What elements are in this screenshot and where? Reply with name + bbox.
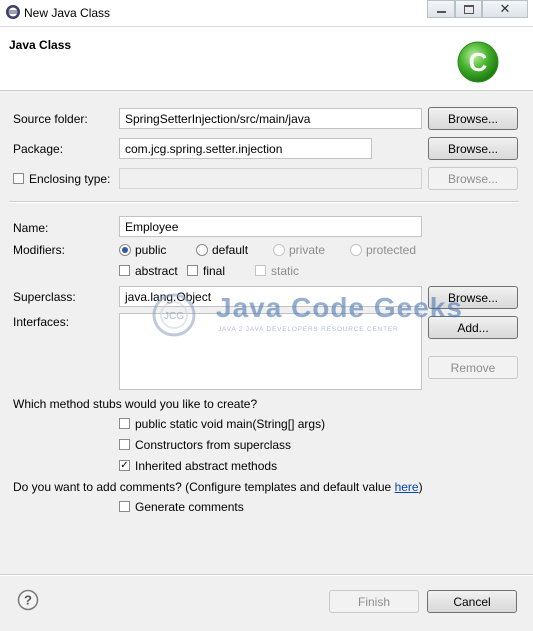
superclass-field[interactable]: java.lang.Object: [119, 286, 422, 307]
eclipse-icon: [6, 5, 20, 19]
default-radio-label: default: [212, 243, 249, 257]
inherited-abstract-label: Inherited abstract methods: [135, 459, 278, 473]
source-folder-label: Source folder:: [13, 112, 88, 126]
enclosing-type-label: Enclosing type:: [29, 172, 111, 186]
interfaces-add-button[interactable]: Add...: [428, 316, 518, 339]
private-radio: [273, 244, 285, 256]
page-title: Java Class: [9, 38, 72, 52]
separator: [9, 201, 519, 203]
main-method-label: public static void main(String[] args): [135, 417, 326, 431]
final-checkbox[interactable]: [187, 265, 198, 276]
public-radio[interactable]: [119, 244, 131, 256]
modifiers-label: Modifiers:: [13, 243, 66, 257]
enclosing-type-checkbox[interactable]: [13, 173, 24, 184]
superclass-label: Superclass:: [13, 290, 76, 304]
close-icon: ✕: [499, 1, 511, 16]
source-folder-field[interactable]: SpringSetterInjection/src/main/java: [119, 108, 422, 129]
abstract-checkbox-label: abstract: [135, 264, 178, 278]
minimize-icon: [436, 11, 446, 13]
static-checkbox-label: static: [271, 264, 300, 278]
window-title: New Java Class: [24, 6, 111, 20]
wizard-header: Java Class C: [0, 27, 533, 91]
package-browse-button[interactable]: Browse...: [428, 137, 518, 160]
interfaces-label: Interfaces:: [13, 315, 70, 329]
comments-question-close: ): [418, 480, 423, 494]
configure-templates-link[interactable]: here: [395, 480, 419, 494]
enclosing-type-browse-button: Browse...: [428, 167, 518, 190]
cancel-button[interactable]: Cancel: [427, 590, 517, 613]
radio-selected-dot: [122, 247, 128, 253]
constructors-label: Constructors from superclass: [135, 438, 292, 452]
superclass-browse-button[interactable]: Browse...: [428, 286, 518, 309]
stubs-question: Which method stubs would you like to cre…: [13, 397, 258, 411]
inherited-abstract-checkbox[interactable]: ✓: [119, 460, 130, 471]
private-radio-label: private: [289, 243, 326, 257]
public-radio-label: public: [135, 243, 167, 257]
source-folder-browse-button[interactable]: Browse...: [428, 107, 518, 130]
package-field[interactable]: com.jcg.spring.setter.injection: [119, 138, 372, 159]
package-label: Package:: [13, 142, 64, 156]
help-icon[interactable]: ?: [17, 589, 39, 611]
maximize-icon: [463, 4, 474, 14]
interfaces-list[interactable]: [119, 313, 422, 390]
minimize-button[interactable]: [427, 0, 455, 18]
protected-radio-label: protected: [366, 243, 417, 257]
svg-text:?: ?: [24, 593, 32, 608]
interfaces-remove-button: Remove: [428, 356, 518, 379]
class-c-icon: C: [457, 41, 499, 83]
enclosing-type-field: [119, 168, 422, 189]
title-bar: New Java Class ✕: [0, 0, 533, 27]
abstract-checkbox[interactable]: [119, 265, 130, 276]
constructors-checkbox[interactable]: [119, 439, 130, 450]
name-field[interactable]: Employee: [119, 216, 422, 237]
maximize-button[interactable]: [455, 0, 482, 18]
comments-question: Do you want to add comments? (Configure …: [13, 480, 423, 494]
generate-comments-checkbox[interactable]: [119, 501, 130, 512]
svg-text:C: C: [469, 47, 488, 77]
final-checkbox-label: final: [203, 264, 226, 278]
main-method-checkbox[interactable]: [119, 418, 130, 429]
close-button[interactable]: ✕: [482, 0, 528, 18]
footer-separator: [0, 574, 533, 576]
finish-button: Finish: [329, 590, 419, 613]
comments-question-text: Do you want to add comments? (Configure …: [13, 480, 395, 494]
name-label: Name:: [13, 221, 49, 235]
generate-comments-label: Generate comments: [135, 500, 244, 514]
checkmark-icon: ✓: [120, 459, 129, 471]
default-radio[interactable]: [196, 244, 208, 256]
static-checkbox: [255, 265, 266, 276]
protected-radio: [350, 244, 362, 256]
